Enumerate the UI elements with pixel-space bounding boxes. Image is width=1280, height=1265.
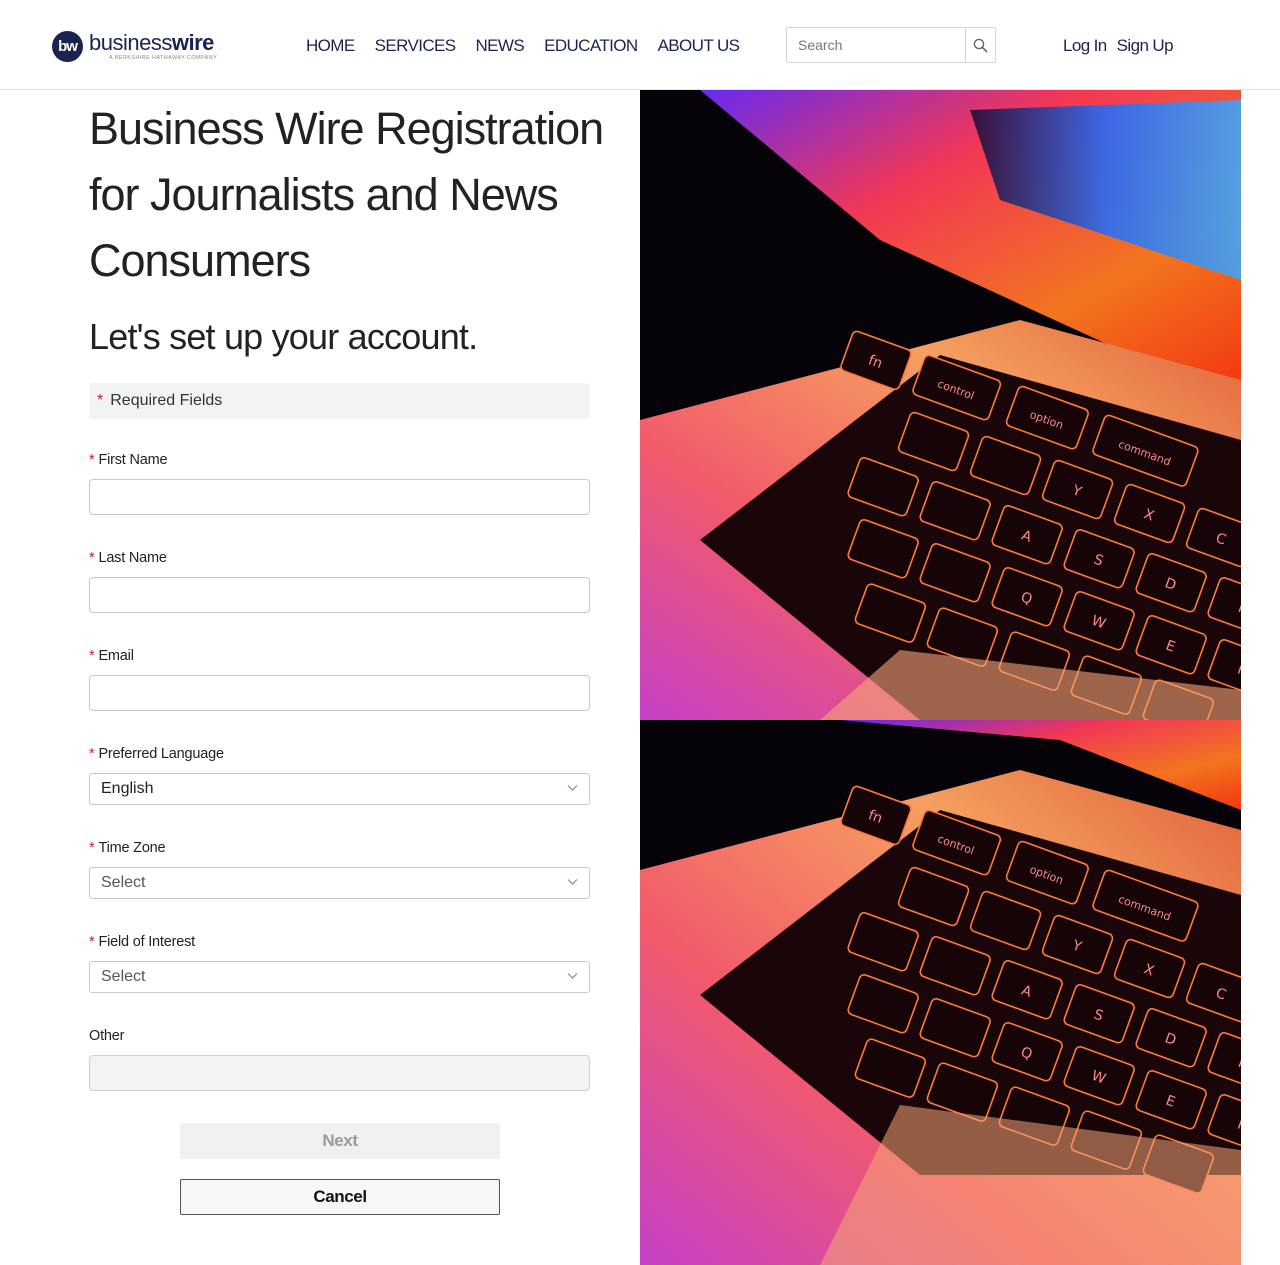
- next-button[interactable]: Next: [180, 1123, 500, 1159]
- search-button[interactable]: [965, 28, 995, 62]
- search-icon: [973, 38, 988, 52]
- nav-home[interactable]: HOME: [306, 36, 355, 56]
- nav-services[interactable]: SERVICES: [375, 36, 456, 56]
- field-of-interest-select[interactable]: Select: [89, 961, 590, 993]
- field-of-interest-value: Select: [101, 968, 146, 985]
- laptop-keyboard-image: fncontroloptioncommandYXCVASDFQWER fncon…: [640, 90, 1241, 1265]
- page-title: Business Wire Registration for Journalis…: [89, 103, 604, 286]
- logo-wordmark: businesswire: [89, 30, 214, 55]
- nav-news[interactable]: NEWS: [475, 36, 524, 56]
- chevron-down-icon: [567, 785, 578, 791]
- preferred-language-select[interactable]: English: [89, 773, 590, 805]
- required-fields-note: * Required Fields: [89, 383, 590, 419]
- first-name-label: * First Name: [89, 452, 168, 468]
- required-fields-label: Required Fields: [110, 392, 223, 409]
- cancel-button[interactable]: Cancel: [180, 1179, 500, 1215]
- last-name-input[interactable]: [89, 577, 590, 613]
- preferred-language-value: English: [101, 780, 154, 797]
- auth-links: Log In Sign Up: [1063, 36, 1174, 56]
- page-subtitle: Let's set up your account.: [89, 316, 478, 357]
- required-star-icon: *: [89, 550, 95, 566]
- time-zone-value: Select: [101, 874, 146, 891]
- nav-education[interactable]: EDUCATION: [544, 36, 638, 56]
- email-input[interactable]: [89, 675, 590, 711]
- other-label: Other: [89, 1028, 125, 1044]
- last-name-label: * Last Name: [89, 550, 167, 566]
- preferred-language-label: * Preferred Language: [89, 746, 224, 762]
- required-star-icon: *: [89, 934, 95, 950]
- email-label: * Email: [89, 648, 134, 664]
- required-star-icon: *: [97, 392, 104, 409]
- businesswire-logo[interactable]: bw businesswire A BERKSHIRE HATHAWAY COM…: [52, 31, 217, 62]
- nav-about-us[interactable]: ABOUT US: [658, 36, 740, 56]
- required-star-icon: *: [89, 452, 95, 468]
- search-box: [786, 27, 996, 63]
- chevron-down-icon: [567, 879, 578, 885]
- required-star-icon: *: [89, 746, 95, 762]
- login-link[interactable]: Log In: [1063, 36, 1107, 56]
- chevron-down-icon: [567, 973, 578, 979]
- site-header: bw businesswire A BERKSHIRE HATHAWAY COM…: [0, 0, 1280, 90]
- hero-image: fncontroloptioncommandYXCVASDFQWER fncon…: [640, 90, 1241, 1265]
- other-input[interactable]: [89, 1055, 590, 1091]
- signup-link[interactable]: Sign Up: [1117, 36, 1174, 56]
- required-star-icon: *: [89, 648, 95, 664]
- time-zone-select[interactable]: Select: [89, 867, 590, 899]
- required-star-icon: *: [89, 840, 95, 856]
- logo-mark-icon: bw: [52, 31, 83, 62]
- main-nav: HOME SERVICES NEWS EDUCATION ABOUT US: [306, 36, 740, 56]
- field-of-interest-label: * Field of Interest: [89, 934, 195, 950]
- first-name-input[interactable]: [89, 479, 590, 515]
- time-zone-label: * Time Zone: [89, 840, 166, 856]
- search-input[interactable]: [787, 28, 965, 62]
- logo-tagline: A BERKSHIRE HATHAWAY COMPANY: [109, 55, 218, 61]
